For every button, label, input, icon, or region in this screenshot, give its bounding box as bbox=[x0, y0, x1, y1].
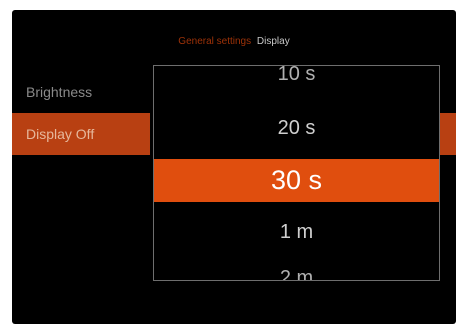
menu-item-brightness[interactable]: Brightness bbox=[12, 71, 150, 113]
display-off-time-picker[interactable]: 10 s 20 s 30 s 1 m 2 m bbox=[153, 65, 440, 281]
picker-option-1m[interactable]: 1 m bbox=[154, 212, 439, 252]
picker-option-20s[interactable]: 20 s bbox=[154, 108, 439, 148]
picker-option-30s-selected[interactable]: 30 s bbox=[154, 159, 439, 202]
breadcrumb: General settings Display bbox=[12, 36, 456, 47]
picker-option-10s[interactable]: 10 s bbox=[154, 66, 439, 88]
breadcrumb-parent: General settings bbox=[178, 36, 252, 47]
display-settings-screen: General settings Display Brightness Disp… bbox=[12, 10, 456, 324]
menu-item-display-off[interactable]: Display Off bbox=[12, 113, 150, 155]
device-frame: General settings Display Brightness Disp… bbox=[0, 0, 461, 334]
picker-option-2m[interactable]: 2 m bbox=[154, 264, 439, 280]
breadcrumb-current: Display bbox=[256, 36, 290, 47]
selected-row-highlight bbox=[438, 113, 456, 155]
